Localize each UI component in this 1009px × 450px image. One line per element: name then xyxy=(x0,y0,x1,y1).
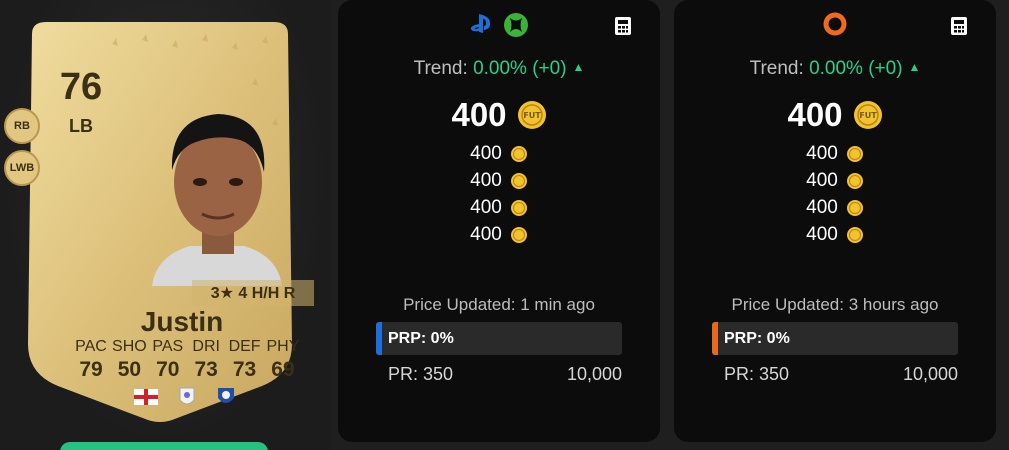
price-value: 400 xyxy=(470,169,502,191)
alt-position-lwb: LWB xyxy=(4,150,40,186)
england-flag-icon xyxy=(134,389,158,405)
player-name: Justin xyxy=(140,306,224,337)
prp-accent xyxy=(376,322,382,355)
main-price-value: 400 xyxy=(787,96,843,133)
main-price-value: 400 xyxy=(451,96,507,133)
player-card-area: 76 LB 3★ 4 H/H R Justin PAC SHO PAS DRI … xyxy=(0,0,330,450)
price-updated-text: Price Updated: 3 hours ago xyxy=(731,295,939,314)
list-item: 400 xyxy=(338,167,660,194)
action-button[interactable] xyxy=(60,442,268,450)
list-item: 400 xyxy=(674,221,996,248)
playstation-icon xyxy=(470,14,491,33)
stat-value: 73 xyxy=(232,358,257,381)
stat-values: 79 50 70 73 73 69 xyxy=(72,358,302,382)
trend-value: 0.00% (+0) xyxy=(809,58,903,79)
coin-icon xyxy=(510,172,527,189)
main-price: 400 FUT xyxy=(338,96,660,134)
list-item: 400 xyxy=(338,194,660,221)
coin-icon: FUT xyxy=(853,101,882,129)
player-card[interactable]: 76 LB 3★ 4 H/H R Justin PAC SHO PAS DRI … xyxy=(22,14,314,426)
trend-label: Trend: xyxy=(413,58,468,79)
price-value: 400 xyxy=(806,169,838,191)
stat-value: 73 xyxy=(194,358,218,381)
club-badge-icon xyxy=(218,388,234,403)
stat-value: 70 xyxy=(156,358,180,381)
stat-label: DRI xyxy=(192,338,220,355)
stat-label: PAS xyxy=(152,338,184,355)
price-value: 400 xyxy=(470,223,502,245)
player-portrait xyxy=(152,114,282,286)
main-price: 400 FUT xyxy=(674,96,996,134)
price-range: PR: 350 10,000 xyxy=(388,364,622,385)
price-value: 400 xyxy=(806,223,838,245)
coin-icon xyxy=(846,172,863,189)
coin-icon xyxy=(510,145,527,162)
price-value: 400 xyxy=(470,142,502,164)
price-range-max: 10,000 xyxy=(566,364,622,384)
coin-icon xyxy=(510,199,527,216)
stat-labels: PAC SHO PAS DRI DEF PHY xyxy=(72,338,302,356)
price-value: 400 xyxy=(806,142,838,164)
stat-label: SHO xyxy=(112,338,147,355)
list-item: 400 xyxy=(338,221,660,248)
origin-icon xyxy=(823,12,847,36)
league-badge-icon xyxy=(179,387,195,405)
list-item: 400 xyxy=(674,140,996,167)
trend-value: 0.00% (+0) xyxy=(473,58,567,79)
svg-text:FUT: FUT xyxy=(523,111,541,120)
trend-row: Trend: 0.00% (+0) ▲ xyxy=(338,58,660,80)
card-badges xyxy=(134,386,236,408)
price-updated-text: Price Updated: 1 min ago xyxy=(403,295,595,314)
coin-icon xyxy=(510,226,527,243)
prp-accent xyxy=(712,322,718,355)
calculator-icon[interactable] xyxy=(950,16,968,36)
list-item: 400 xyxy=(338,140,660,167)
calculator-icon[interactable] xyxy=(614,16,632,36)
price-range-min: PR: 350 xyxy=(724,364,790,384)
price-range: PR: 350 10,000 xyxy=(724,364,958,385)
prp-bar: PRP: 0% xyxy=(376,322,622,355)
alt-position-rb: RB xyxy=(4,108,40,144)
trend-up-icon: ▲ xyxy=(572,60,585,74)
list-item: 400 xyxy=(674,167,996,194)
price-panel-pc: Trend: 0.00% (+0) ▲ 400 FUT 400 400 400 4… xyxy=(674,0,996,442)
stat-label: PHY xyxy=(266,338,300,355)
list-item: 400 xyxy=(674,194,996,221)
stat-value: 50 xyxy=(117,358,142,381)
stat-label: DEF xyxy=(228,338,261,355)
platform-icons xyxy=(338,12,660,38)
card-position: LB xyxy=(69,116,93,136)
trend-up-icon: ▲ xyxy=(908,60,921,74)
prp-label: PRP: 0% xyxy=(388,329,454,347)
stat-value: 69 xyxy=(271,358,295,381)
platform-icons xyxy=(674,12,996,36)
svg-text:FUT: FUT xyxy=(859,111,877,120)
price-range-min: PR: 350 xyxy=(388,364,454,384)
card-rating: 76 xyxy=(59,66,103,108)
coin-icon xyxy=(846,145,863,162)
price-range-max: 10,000 xyxy=(902,364,958,384)
coin-icon: FUT xyxy=(517,101,546,129)
coin-icon xyxy=(846,199,863,216)
lowest-price-list: 400 400 400 400 xyxy=(674,140,996,248)
prp-label: PRP: 0% xyxy=(724,329,790,347)
stat-value: 79 xyxy=(79,358,103,381)
price-panel-console: Trend: 0.00% (+0) ▲ 400 FUT 400 400 400 4… xyxy=(338,0,660,442)
prp-bar: PRP: 0% xyxy=(712,322,958,355)
trend-label: Trend: xyxy=(749,58,804,79)
price-value: 400 xyxy=(470,196,502,218)
xbox-icon xyxy=(504,13,528,37)
trend-row: Trend: 0.00% (+0) ▲ xyxy=(674,58,996,80)
lowest-price-list: 400 400 400 400 xyxy=(338,140,660,248)
price-value: 400 xyxy=(806,196,838,218)
coin-icon xyxy=(846,226,863,243)
stat-label: PAC xyxy=(75,338,107,355)
skill-moves-weakfoot: 3★ 4 H/H R xyxy=(192,280,314,306)
